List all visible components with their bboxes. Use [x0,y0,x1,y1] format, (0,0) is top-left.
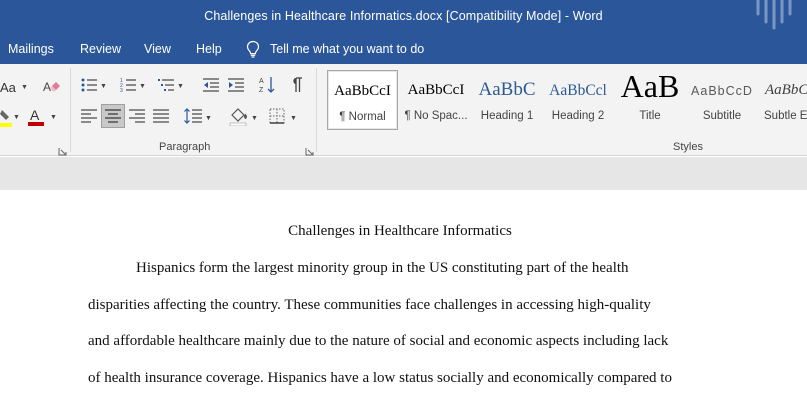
tell-me-box[interactable]: Tell me what you want to do [246,39,424,59]
align-center-button[interactable] [101,104,125,128]
style-heading-2-label: Heading 2 [551,110,605,122]
align-left-icon[interactable] [81,109,97,123]
document-line: disparities affecting the country. These… [88,297,651,313]
borders-caret-icon[interactable]: ▼ [290,115,297,122]
clear-formatting-icon[interactable]: A [43,78,61,96]
bullets-icon[interactable] [81,77,97,93]
font-color-caret-icon[interactable]: ▼ [50,114,57,121]
document-line: and affordable healthcare mainly due to … [88,333,669,349]
multilevel-list-icon[interactable] [158,77,174,93]
style-normal-label: ¶ Normal [339,111,386,123]
ruler-area [0,157,807,190]
font-dialog-launcher-icon[interactable] [58,143,67,156]
svg-text:A: A [43,80,51,94]
style-no-spacing-label: ¶ No Spac... [404,110,468,122]
title-bar: Challenges in Healthcare Informatics.doc… [0,0,807,34]
style-title-sample: AaB [620,70,680,104]
justify-icon[interactable] [153,109,169,123]
highlight-caret-icon[interactable]: ▼ [13,114,20,121]
ribbon-tabs: Mailings Review View Help Tell me what y… [0,34,807,64]
lightbulb-icon [246,40,260,58]
tab-view[interactable]: View [144,42,171,56]
document-line: of health insurance coverage. Hispanics … [88,370,672,386]
borders-icon[interactable] [269,108,285,124]
sort-icon[interactable]: AZ [259,76,275,94]
svg-text:3: 3 [120,88,123,93]
svg-text:Z: Z [259,87,264,94]
change-case-button[interactable]: Aa [0,80,16,95]
show-formatting-marks-icon[interactable] [291,77,303,93]
tab-review[interactable]: Review [80,42,121,56]
shading-caret-icon[interactable]: ▼ [251,115,258,122]
style-subtitle[interactable]: AaBbCcD Subtitle [688,70,756,130]
style-normal-sample: AaBbCcI [334,83,391,99]
ribbon-separator [316,68,317,152]
align-right-icon[interactable] [129,109,145,123]
font-color-icon[interactable]: A [28,107,46,127]
tab-mailings[interactable]: Mailings [8,42,54,56]
style-heading-1-sample: AaBbC [478,79,536,100]
paragraph-dialog-launcher-icon[interactable] [305,143,314,156]
style-subtitle-label: Subtitle [702,110,742,122]
document-page[interactable]: Challenges in Healthcare Informatics His… [0,190,807,404]
increase-indent-icon[interactable] [228,77,244,93]
ribbon-separator [70,68,71,152]
style-normal[interactable]: AaBbCcI ¶ Normal [327,70,398,130]
svg-text:A: A [259,78,264,85]
style-heading-1[interactable]: AaBbC Heading 1 [474,70,540,130]
window-title: Challenges in Healthcare Informatics.doc… [204,9,603,23]
numbering-icon[interactable]: 123 [120,77,136,93]
style-heading-2[interactable]: AaBbCcl Heading 2 [544,70,612,130]
style-heading-2-sample: AaBbCcl [549,82,607,99]
change-case-caret-icon[interactable]: ▼ [21,84,28,91]
style-title-label: Title [639,110,661,122]
document-heading: Challenges in Healthcare Informatics [288,223,512,239]
line-spacing-icon[interactable] [184,107,202,125]
style-no-spacing-sample: AaBbCcI [407,82,465,98]
svg-text:A: A [30,107,40,123]
line-spacing-caret-icon[interactable]: ▼ [205,115,212,122]
multilevel-caret-icon[interactable]: ▼ [177,83,184,90]
tell-me-text: Tell me what you want to do [270,42,425,56]
shading-icon[interactable] [229,106,249,126]
style-subtitle-sample: AaBbCcD [691,84,753,98]
style-no-spacing[interactable]: AaBbCcI ¶ No Spac... [401,70,471,130]
style-subtle-emphasis[interactable]: AaBbC Subtle E [760,70,807,130]
document-line: Hispanics form the largest minority grou… [136,260,629,276]
styles-gallery: AaBbCcI ¶ Normal AaBbCcI ¶ No Spac... Aa… [326,70,807,134]
style-heading-1-label: Heading 1 [480,110,534,122]
highlight-color-icon[interactable] [0,108,14,128]
paragraph-group-label: Paragraph [159,141,211,153]
align-center-icon [105,109,121,123]
decrease-indent-icon[interactable] [203,77,219,93]
ribbon: Aa ▼ A ▼ A ▼ ▼ 1 2 3 ▼ ▼ A Z ▼ ▼ ▼ Parag… [0,64,807,156]
style-title[interactable]: AaB Title [617,70,683,130]
numbering-caret-icon[interactable]: ▼ [139,83,146,90]
styles-group-label: Styles [673,141,703,153]
style-subtle-emphasis-label: Subtle E [764,110,807,122]
style-subtle-emphasis-sample: AaBbC [765,82,807,98]
tab-help[interactable]: Help [196,42,222,56]
title-bar-decoration [755,0,795,30]
bullets-caret-icon[interactable]: ▼ [100,83,107,90]
